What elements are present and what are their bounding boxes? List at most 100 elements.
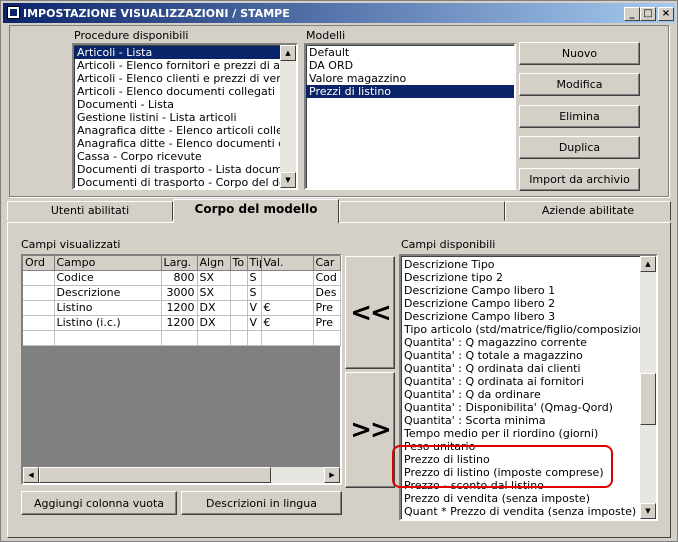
available-field-item[interactable]: Quantita' : Q totale a magazzino xyxy=(401,349,640,362)
scroll-down-icon[interactable]: ▼ xyxy=(640,503,656,519)
table-cell[interactable]: 800 xyxy=(161,270,198,286)
table-cell[interactable]: € xyxy=(261,300,314,316)
language-descriptions-button[interactable]: Descrizioni in lingua xyxy=(181,491,342,515)
move-left-button[interactable]: << xyxy=(345,256,395,369)
table-cell[interactable] xyxy=(23,300,55,316)
table-cell[interactable] xyxy=(23,315,55,331)
model-item[interactable]: Prezzi di listino xyxy=(306,85,514,98)
procedure-item[interactable]: Anagrafica ditte - Elenco documenti coll… xyxy=(74,137,280,150)
available-fields-scroll-thumb[interactable] xyxy=(640,373,656,425)
procedure-item[interactable]: Documenti di trasporto - Corpo del docum… xyxy=(74,176,280,188)
scroll-up-icon[interactable]: ▲ xyxy=(640,256,656,272)
new-button[interactable]: Nuovo xyxy=(519,42,640,65)
table-cell[interactable]: DX xyxy=(197,315,231,331)
table-cell[interactable] xyxy=(23,285,55,301)
available-field-item[interactable]: Quantita' : Q ordinata dai clienti xyxy=(401,362,640,375)
table-cell[interactable] xyxy=(230,315,248,331)
model-item[interactable]: Default xyxy=(306,46,514,59)
table-row[interactable] xyxy=(23,330,341,346)
column-header[interactable]: To xyxy=(230,256,248,271)
table-cell[interactable]: € xyxy=(261,315,314,331)
procedure-item[interactable]: Articoli - Elenco fornitori e prezzi di … xyxy=(74,59,280,72)
procedure-item[interactable]: Articoli - Elenco documenti collegati xyxy=(74,85,280,98)
maximize-button[interactable]: □ xyxy=(640,7,656,21)
procedure-item[interactable]: Gestione listini - Lista articoli xyxy=(74,111,280,124)
procedure-item[interactable]: Documenti - Lista xyxy=(74,98,280,111)
scroll-left-icon[interactable]: ◀ xyxy=(23,467,39,483)
minimize-button[interactable]: _ xyxy=(624,7,640,21)
available-field-item[interactable]: Descrizione Campo libero 2 xyxy=(401,297,640,310)
table-row[interactable]: Descrizione 3000 SX S Des xyxy=(23,285,341,301)
grid-horizontal-scrollbar[interactable]: ◀ ▶ xyxy=(23,467,340,483)
available-field-item[interactable]: Prezzo di vendita (senza imposte) xyxy=(401,492,640,505)
table-row[interactable]: Listino (i.c.) 1200 DX V € Pre xyxy=(23,315,341,331)
move-right-button[interactable]: >> xyxy=(345,372,395,488)
table-cell[interactable]: Listino (i.c.) xyxy=(54,315,162,331)
scroll-down-icon[interactable]: ▼ xyxy=(280,172,296,188)
table-cell[interactable] xyxy=(23,270,55,286)
table-cell[interactable] xyxy=(230,330,248,346)
table-cell[interactable]: DX xyxy=(197,300,231,316)
available-field-item[interactable]: Tempo medio per il riordino (giorni) xyxy=(401,427,640,440)
tab-model-body[interactable]: Corpo del modello xyxy=(173,199,339,223)
table-cell[interactable]: S xyxy=(247,270,262,286)
available-field-item[interactable]: Quant * Prezzo di vendita (senza imposte… xyxy=(401,505,640,518)
table-cell[interactable] xyxy=(230,300,248,316)
available-field-item[interactable]: Quantita' : Scorta minima xyxy=(401,414,640,427)
table-cell[interactable]: Des xyxy=(313,285,341,301)
grid-scroll-thumb[interactable] xyxy=(39,467,271,483)
table-cell[interactable]: 1200 xyxy=(161,315,198,331)
table-cell[interactable]: 1200 xyxy=(161,300,198,316)
model-item[interactable]: DA ORD xyxy=(306,59,514,72)
table-cell[interactable] xyxy=(23,330,55,346)
procedure-item[interactable]: Documenti di trasporto - Lista documenti xyxy=(74,163,280,176)
table-cell[interactable]: Cod xyxy=(313,270,341,286)
table-cell[interactable]: SX xyxy=(197,285,231,301)
table-cell[interactable] xyxy=(247,330,262,346)
table-cell[interactable] xyxy=(161,330,198,346)
available-field-item[interactable]: Descrizione tipo 2 xyxy=(401,271,640,284)
table-cell[interactable] xyxy=(261,270,314,286)
table-cell[interactable]: V xyxy=(247,300,262,316)
available-field-item[interactable]: Quantita' : Q magazzino corrente xyxy=(401,336,640,349)
available-field-item[interactable]: Quantita' : Q da ordinare xyxy=(401,388,640,401)
scroll-right-icon[interactable]: ▶ xyxy=(324,467,340,483)
table-cell[interactable]: Codice xyxy=(54,270,162,286)
scroll-up-icon[interactable]: ▲ xyxy=(280,45,296,61)
procedure-item[interactable]: Articoli - Lista xyxy=(74,46,280,59)
table-cell[interactable]: SX xyxy=(197,270,231,286)
procedures-scrollbar[interactable]: ▲ ▼ xyxy=(280,45,296,188)
visible-fields-grid[interactable]: OrdCampoLarg.AlgnToTipVal.Car Codice800S… xyxy=(21,254,342,485)
duplicate-button[interactable]: Duplica xyxy=(519,136,640,159)
table-cell[interactable] xyxy=(261,285,314,301)
available-field-item[interactable]: Descrizione Campo libero 3 xyxy=(401,310,640,323)
column-header[interactable]: Ord xyxy=(23,256,55,271)
delete-button[interactable]: Elimina xyxy=(519,105,640,128)
table-cell[interactable] xyxy=(313,330,341,346)
procedure-item[interactable]: Cassa - Corpo ricevute xyxy=(74,150,280,163)
table-cell[interactable] xyxy=(261,330,314,346)
table-cell[interactable] xyxy=(230,285,248,301)
available-field-item[interactable]: Descrizione Campo libero 1 xyxy=(401,284,640,297)
column-header[interactable]: Car xyxy=(313,256,341,271)
table-row[interactable]: Codice 800 SX S Cod xyxy=(23,270,341,286)
tab-empty[interactable] xyxy=(339,201,505,221)
table-cell[interactable]: Pre xyxy=(313,315,341,331)
add-empty-column-button[interactable]: Aggiungi colonna vuota xyxy=(21,491,177,515)
table-row[interactable]: Listino 1200 DX V € Pre xyxy=(23,300,341,316)
column-header[interactable]: Val. xyxy=(261,256,314,271)
procedure-item[interactable]: Anagrafica ditte - Elenco articoli colle… xyxy=(74,124,280,137)
table-cell[interactable]: 3000 xyxy=(161,285,198,301)
modify-button[interactable]: Modifica xyxy=(519,73,640,96)
column-header[interactable]: Tip xyxy=(247,256,262,271)
available-field-item[interactable]: Quantita' : Disponibilita' (Qmag-Qord) xyxy=(401,401,640,414)
table-cell[interactable] xyxy=(197,330,231,346)
tab-enabled-users[interactable]: Utenti abilitati xyxy=(7,201,173,221)
column-header[interactable]: Algn xyxy=(197,256,231,271)
available-fields-scrollbar[interactable]: ▲ ▼ xyxy=(640,256,656,519)
import-button[interactable]: Import da archivio xyxy=(519,168,640,191)
procedures-list[interactable]: Articoli - Lista Articoli - Elenco fornit… xyxy=(72,43,298,190)
procedure-item[interactable]: Articoli - Elenco clienti e prezzi di ve… xyxy=(74,72,280,85)
close-button[interactable]: × xyxy=(658,7,674,21)
table-cell[interactable] xyxy=(230,270,248,286)
